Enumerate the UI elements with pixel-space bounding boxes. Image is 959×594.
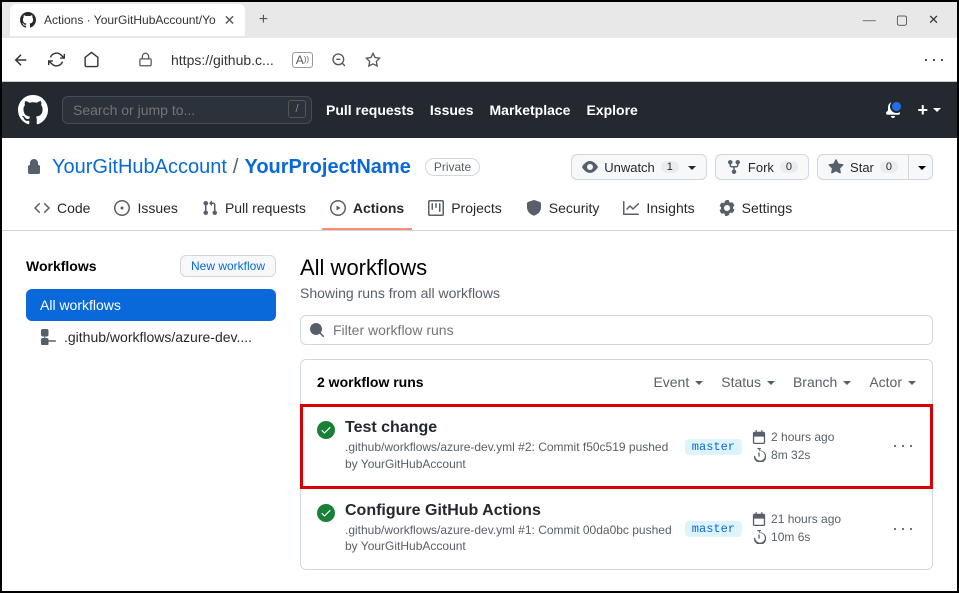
github-header: / Pull requests Issues Marketplace Explo… — [2, 82, 957, 138]
home-button[interactable] — [83, 51, 100, 68]
close-window-button[interactable]: ✕ — [928, 12, 939, 28]
new-workflow-button[interactable]: New workflow — [180, 255, 276, 277]
repo-head: YourGitHubAccount / YourProjectName Priv… — [2, 138, 957, 180]
run-subtitle: .github/workflows/azure-dev.yml #1: Comm… — [345, 522, 675, 556]
search-input[interactable] — [62, 96, 312, 124]
run-title[interactable]: Test change — [345, 419, 675, 437]
fork-icon — [726, 159, 742, 175]
calendar-icon — [752, 512, 766, 526]
filter-branch[interactable]: Branch — [793, 374, 851, 390]
tab-projects[interactable]: Projects — [420, 192, 510, 230]
star-button[interactable]: Star 0 — [817, 154, 909, 180]
unwatch-button[interactable]: Unwatch 1 — [571, 154, 707, 180]
browser-tab[interactable]: Actions · YourGitHubAccount/Yo ✕ — [10, 4, 245, 36]
tab-title: Actions · YourGitHubAccount/Yo — [44, 13, 216, 27]
github-logo-icon[interactable] — [18, 95, 48, 125]
filter-actor[interactable]: Actor — [869, 374, 916, 390]
refresh-button[interactable] — [48, 51, 65, 68]
star-menu-button[interactable] — [909, 154, 933, 180]
tab-insights[interactable]: Insights — [615, 192, 702, 230]
nav-issues[interactable]: Issues — [430, 102, 474, 118]
maximize-button[interactable]: ▢ — [896, 12, 908, 28]
search-slash-icon: / — [288, 100, 306, 118]
star-icon — [828, 159, 844, 175]
run-subtitle: .github/workflows/azure-dev.yml #2: Comm… — [345, 439, 675, 473]
page-title: All workflows — [300, 255, 933, 281]
run-menu-button[interactable]: ··· — [892, 518, 916, 539]
address-bar: https://github.c... A)) ··· — [2, 38, 957, 82]
run-title[interactable]: Configure GitHub Actions — [345, 502, 675, 520]
github-search[interactable]: / — [62, 96, 312, 124]
calendar-icon — [752, 430, 766, 444]
tab-settings[interactable]: Settings — [711, 192, 801, 230]
repo-owner-link[interactable]: YourGitHubAccount — [52, 156, 227, 179]
tab-issues[interactable]: Issues — [106, 192, 185, 230]
stopwatch-icon — [752, 448, 766, 462]
window-controls: — ▢ ✕ — [863, 12, 953, 28]
back-button[interactable] — [12, 51, 30, 69]
sidebar-item-workflow[interactable]: .github/workflows/azure-dev.... — [26, 321, 276, 353]
repo-separator: / — [233, 156, 239, 179]
filter-event[interactable]: Event — [653, 374, 703, 390]
runs-count: 2 workflow runs — [317, 374, 635, 390]
reader-mode-icon[interactable]: A)) — [292, 52, 313, 68]
run-duration: 8m 32s — [752, 448, 882, 462]
add-menu[interactable]: + — [917, 100, 941, 121]
visibility-badge: Private — [425, 158, 480, 176]
page-subtitle: Showing runs from all workflows — [300, 285, 933, 301]
run-row[interactable]: Configure GitHub Actions .github/workflo… — [301, 488, 932, 570]
github-favicon-icon — [20, 12, 36, 28]
tab-code[interactable]: Code — [26, 192, 98, 230]
url-text[interactable]: https://github.c... — [171, 52, 274, 68]
run-status-icon — [317, 504, 335, 556]
lock-icon — [26, 159, 42, 175]
run-time: 2 hours ago — [752, 430, 882, 444]
stopwatch-icon — [752, 530, 766, 544]
filter-input[interactable] — [300, 315, 933, 345]
sidebar-heading: Workflows — [26, 258, 97, 274]
nav-explore[interactable]: Explore — [586, 102, 637, 118]
tab-close-icon[interactable]: ✕ — [224, 12, 236, 29]
nav-marketplace[interactable]: Marketplace — [490, 102, 571, 118]
browser-more-button[interactable]: ··· — [923, 49, 947, 70]
new-tab-button[interactable]: + — [249, 6, 277, 34]
tab-security[interactable]: Security — [518, 192, 608, 230]
favorite-icon[interactable] — [365, 52, 381, 68]
workflow-icon — [40, 329, 56, 345]
repo-tabs: Code Issues Pull requests Actions Projec… — [2, 180, 957, 231]
browser-tab-bar: Actions · YourGitHubAccount/Yo ✕ + — ▢ ✕ — [2, 2, 957, 38]
run-menu-button[interactable]: ··· — [892, 435, 916, 456]
site-info-icon[interactable] — [138, 52, 153, 67]
notifications-icon[interactable] — [885, 102, 901, 118]
run-status-icon — [317, 421, 335, 473]
filter-status[interactable]: Status — [721, 374, 775, 390]
run-branch[interactable]: master — [685, 437, 742, 455]
run-row[interactable]: Test change .github/workflows/azure-dev.… — [301, 405, 932, 488]
run-duration: 10m 6s — [752, 530, 882, 544]
sidebar-item-all-workflows[interactable]: All workflows — [26, 289, 276, 321]
run-time: 21 hours ago — [752, 512, 882, 526]
nav-pull-requests[interactable]: Pull requests — [326, 102, 414, 118]
minimize-button[interactable]: — — [863, 12, 876, 28]
zoom-icon[interactable] — [331, 52, 347, 68]
runs-box: 2 workflow runs Event Status Branch Acto… — [300, 359, 933, 570]
tab-actions[interactable]: Actions — [322, 192, 412, 230]
fork-button[interactable]: Fork 0 — [715, 154, 809, 180]
search-icon — [309, 322, 325, 338]
eye-icon — [582, 159, 598, 175]
repo-name-link[interactable]: YourProjectName — [244, 156, 410, 179]
run-branch[interactable]: master — [685, 519, 742, 537]
tab-pull-requests[interactable]: Pull requests — [194, 192, 314, 230]
